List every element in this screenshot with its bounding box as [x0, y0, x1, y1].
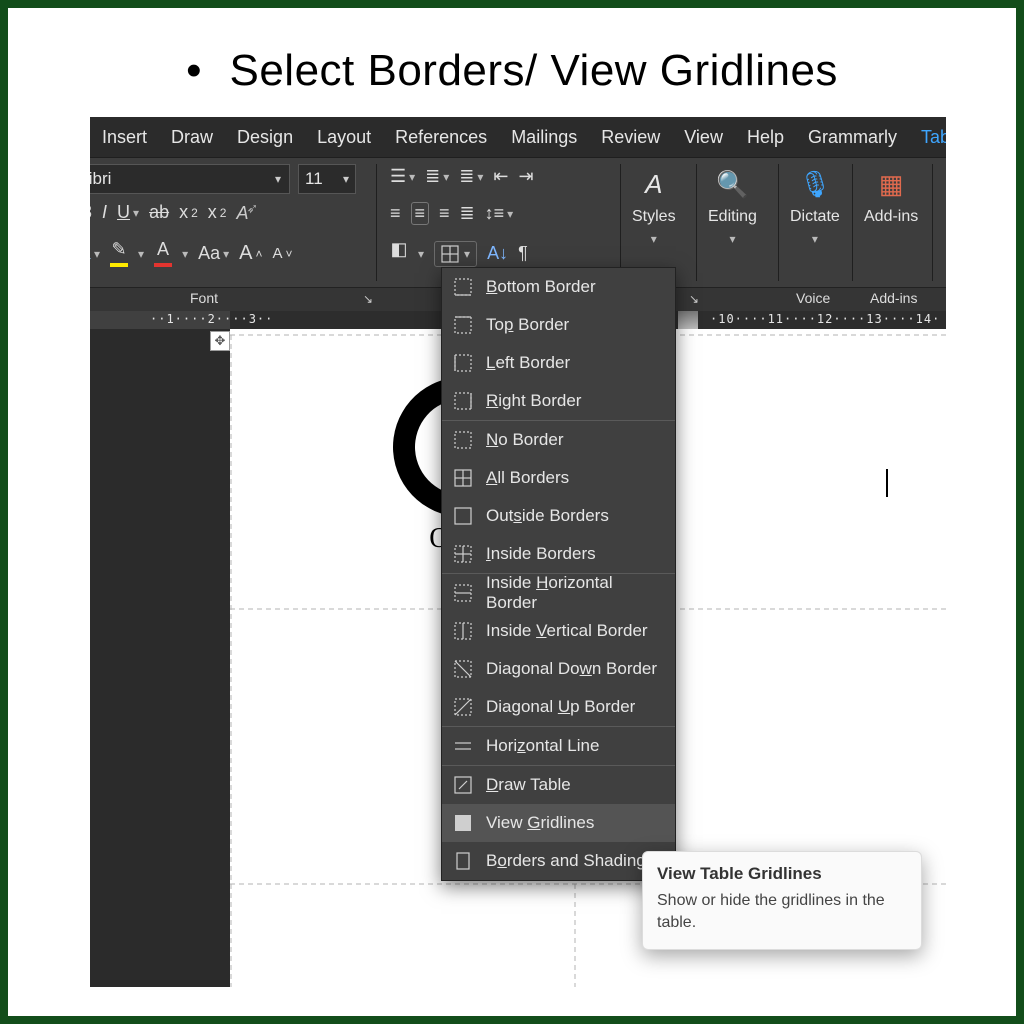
ruler-left-ticks: ··1····2····3··	[150, 312, 273, 326]
group-addins-label: Add-ins	[870, 290, 917, 306]
numbering-button[interactable]: ≣▾	[425, 166, 449, 187]
tab-help[interactable]: Help	[735, 117, 796, 157]
shading-button[interactable]: ◧	[390, 240, 408, 267]
group-font-label: Font	[190, 290, 218, 306]
view-gridlines-icon	[454, 814, 472, 832]
inside-v-border-icon	[454, 622, 472, 640]
font-color-button[interactable]: A	[154, 240, 172, 267]
bullets-button[interactable]: ☰▾	[390, 166, 415, 187]
mi-draw-table[interactable]: Draw Table	[442, 766, 675, 804]
tab-insert[interactable]: Insert	[90, 117, 159, 157]
italic-button[interactable]: I	[102, 202, 107, 223]
text-effects-button[interactable]: A▾	[90, 243, 100, 264]
editing-button[interactable]: 🔍 Editing ▾	[708, 164, 757, 287]
grow-font-button[interactable]: A˄	[239, 242, 262, 265]
borders-shading-icon	[454, 852, 472, 870]
underline-button[interactable]: U▾	[117, 202, 139, 223]
draw-table-icon	[454, 776, 472, 794]
font-dialog-launcher[interactable]: ↘	[360, 291, 376, 307]
strikethrough-button[interactable]: ab	[149, 202, 169, 223]
mi-outside-borders[interactable]: Outside Borders	[442, 497, 675, 535]
multilevel-list-button[interactable]: ≣▾	[459, 166, 483, 187]
instruction-text: Select Borders/ View Gridlines	[229, 46, 837, 96]
tab-table-design[interactable]: Table	[909, 117, 946, 157]
bottom-border-icon	[454, 278, 472, 296]
outside-borders-icon	[454, 507, 472, 525]
tab-grammarly[interactable]: Grammarly	[796, 117, 909, 157]
text-cursor	[886, 469, 888, 497]
dictate-button[interactable]: 🎙 Dictate ▾	[790, 164, 840, 287]
superscript-button[interactable]: x2	[208, 202, 227, 223]
increase-indent-button[interactable]: ⇥	[519, 166, 534, 187]
borders-button[interactable]: ▾	[434, 241, 477, 267]
inside-h-border-icon	[454, 584, 472, 602]
horizontal-line-icon	[454, 737, 472, 755]
tab-mailings[interactable]: Mailings	[499, 117, 589, 157]
tab-design[interactable]: Design	[225, 117, 305, 157]
align-center-button[interactable]: ≡	[411, 202, 430, 225]
diag-up-icon	[454, 698, 472, 716]
subscript-button[interactable]: x2	[179, 202, 198, 223]
no-border-icon	[454, 431, 472, 449]
align-left-button[interactable]: ≡	[390, 203, 401, 224]
decrease-indent-button[interactable]: ⇤	[493, 166, 508, 187]
mi-diagonal-down-border[interactable]: Diagonal Down Border	[442, 650, 675, 688]
ribbon-tabs: Insert Draw Design Layout References Mai…	[90, 117, 946, 157]
table-move-handle[interactable]: ✥	[210, 331, 230, 351]
ruler-right-ticks: ·10····11····12····13····14·	[710, 312, 940, 326]
sort-button[interactable]: A↓	[487, 243, 508, 264]
tab-view[interactable]: View	[672, 117, 735, 157]
borders-dropdown-menu: Bottom Border Top Border Left Border Rig…	[441, 267, 676, 881]
top-border-icon	[454, 316, 472, 334]
tab-draw[interactable]: Draw	[159, 117, 225, 157]
bullet: •	[186, 46, 201, 96]
clear-formatting-button[interactable]	[236, 203, 258, 223]
tooltip-title: View Table Gridlines	[657, 864, 907, 884]
instruction-heading: • Select Borders/ View Gridlines	[22, 46, 1002, 96]
tab-review[interactable]: Review	[589, 117, 672, 157]
mi-inside-borders[interactable]: Inside Borders	[442, 535, 675, 573]
all-borders-icon	[454, 469, 472, 487]
change-case-button[interactable]: Aa▾	[198, 243, 229, 264]
word-screenshot: Insert Draw Design Layout References Mai…	[90, 117, 946, 987]
addins-button[interactable]: ▦ Add-ins	[864, 164, 918, 287]
mi-inside-horizontal-border[interactable]: Inside Horizontal Border	[442, 574, 675, 612]
show-paragraph-marks-button[interactable]: ¶	[518, 243, 528, 264]
margin-marker-icon[interactable]	[678, 311, 698, 329]
mi-left-border[interactable]: Left Border	[442, 344, 675, 382]
align-right-button[interactable]: ≡	[439, 203, 450, 224]
mi-top-border[interactable]: Top Border	[442, 306, 675, 344]
font-name-select[interactable]: libri▾	[90, 164, 290, 194]
mi-horizontal-line[interactable]: Horizontal Line	[442, 727, 675, 765]
mi-right-border[interactable]: Right Border	[442, 382, 675, 420]
mi-no-border[interactable]: No Border	[442, 421, 675, 459]
line-spacing-button[interactable]: ↕≡▾	[485, 203, 514, 224]
view-gridlines-tooltip: View Table Gridlines Show or hide the gr…	[642, 851, 922, 950]
left-border-icon	[454, 354, 472, 372]
mi-bottom-border[interactable]: Bottom Border	[442, 268, 675, 306]
tooltip-body: Show or hide the gridlines in the table.	[657, 890, 907, 933]
tab-references[interactable]: References	[383, 117, 499, 157]
paragraph-dialog-launcher[interactable]: ↘	[686, 291, 702, 307]
diag-down-icon	[454, 660, 472, 678]
mi-inside-vertical-border[interactable]: Inside Vertical Border	[442, 612, 675, 650]
bold-button[interactable]: 3	[90, 202, 92, 223]
right-border-icon	[454, 392, 472, 410]
shrink-font-button[interactable]: A˅	[273, 245, 293, 262]
mi-borders-and-shading[interactable]: Borders and Shading...	[442, 842, 675, 880]
highlight-color-button[interactable]: ✎	[110, 240, 128, 267]
mi-all-borders[interactable]: All Borders	[442, 459, 675, 497]
group-voice-label: Voice	[796, 290, 830, 306]
mi-diagonal-up-border[interactable]: Diagonal Up Border	[442, 688, 675, 726]
mi-view-gridlines[interactable]: View Gridlines	[442, 804, 675, 842]
inside-borders-icon	[454, 545, 472, 563]
font-size-select[interactable]: 11▾	[298, 164, 356, 194]
tab-layout[interactable]: Layout	[305, 117, 383, 157]
justify-button[interactable]: ≣	[460, 203, 475, 224]
